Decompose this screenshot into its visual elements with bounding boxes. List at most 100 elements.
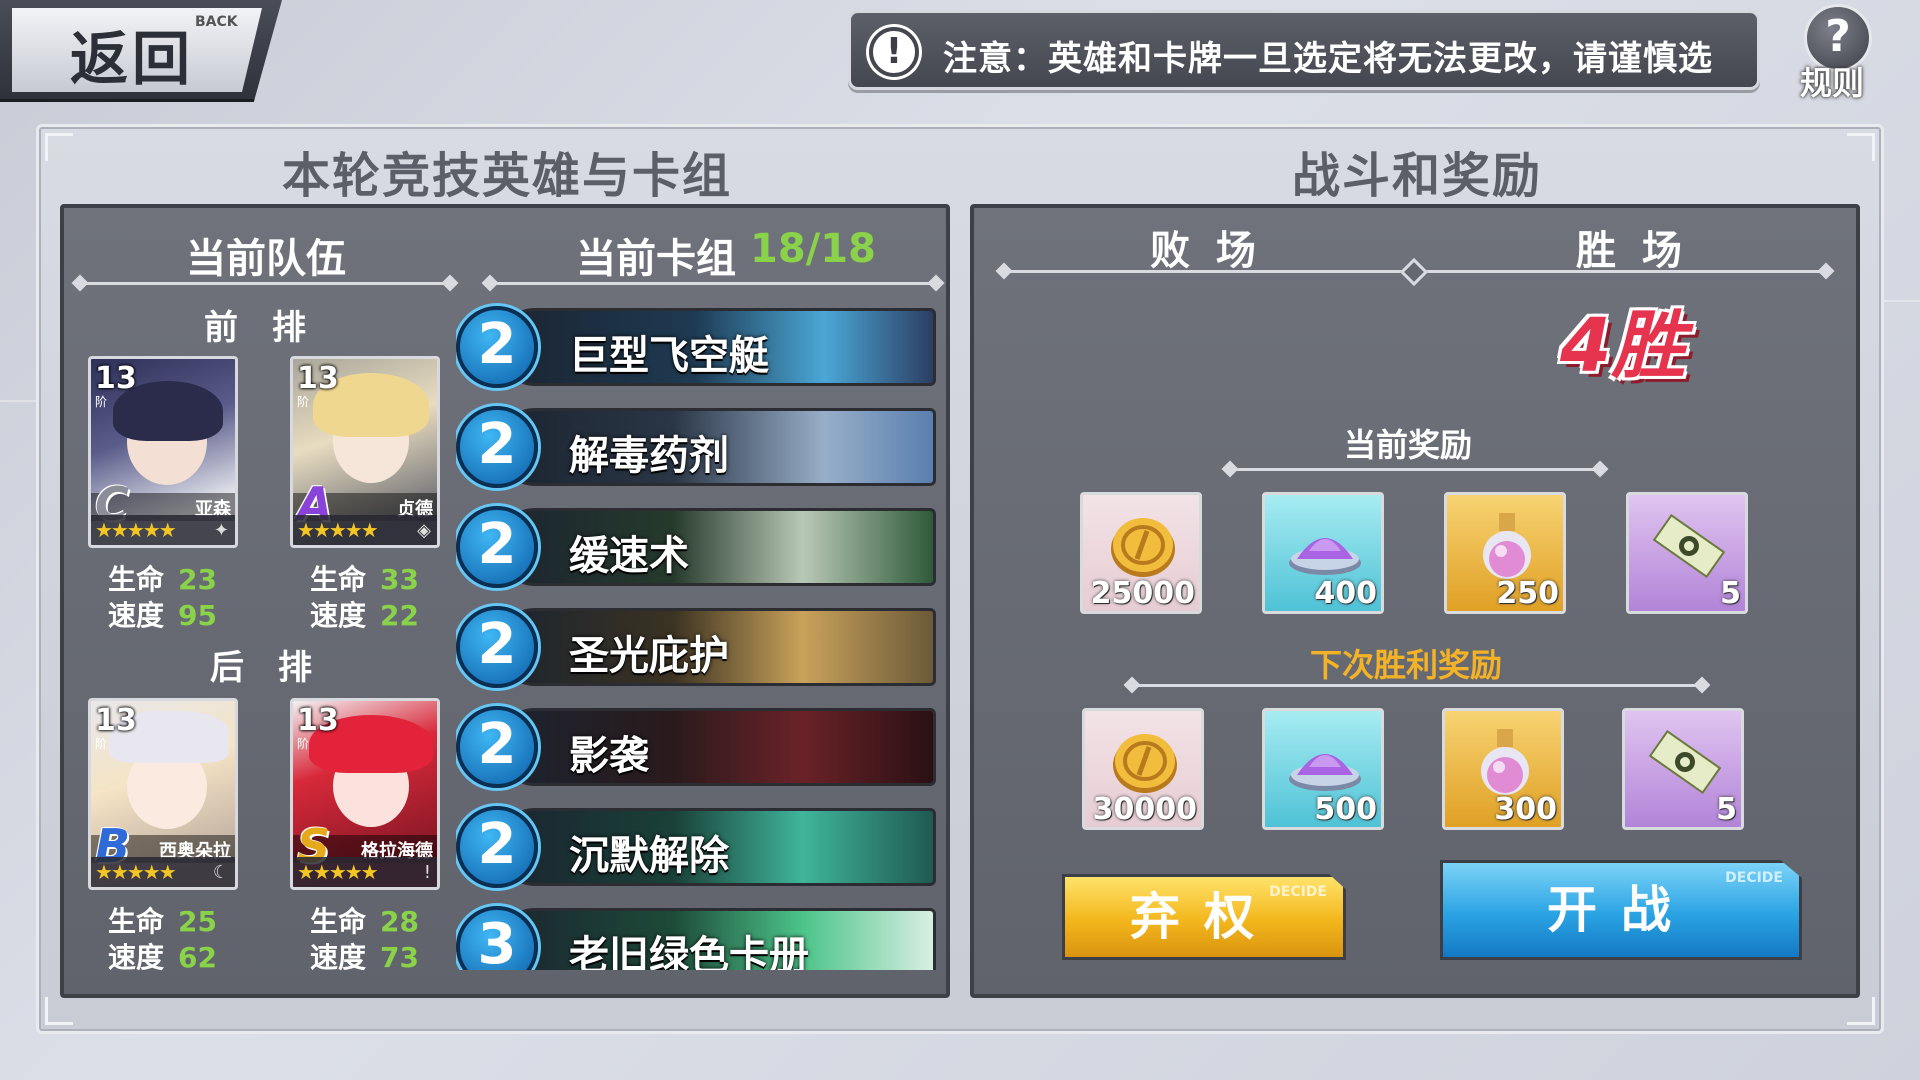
deck-card-cost: 2 (456, 506, 538, 588)
team-divider (80, 282, 450, 285)
deck-list[interactable]: 巨型飞空艇 2 解毒药剂 2 缓速术 2 圣光庇护 2 影袭 2 沉默解除 2 … (456, 300, 942, 970)
exclamation-icon: ! (869, 27, 919, 77)
bg-decoration (1880, 300, 1920, 302)
left-section-title: 本轮竞技英雄与卡组 (282, 148, 733, 204)
loss-header: 败 场 (1150, 228, 1262, 274)
deck-card-item[interactable]: 沉默解除 (496, 808, 936, 886)
hero-hp: 生命 28 (310, 905, 419, 938)
current-reward-title: 当前奖励 (1344, 426, 1473, 464)
potion-icon (1481, 729, 1529, 795)
star-rating: ★★★★★ (297, 860, 379, 884)
rules-button[interactable]: ? 规则 (1796, 4, 1880, 102)
deck-card-name: 老旧绿色卡册 (569, 933, 809, 970)
bg-decoration (0, 400, 40, 402)
class-icon: ! (423, 862, 431, 883)
deck-card-item[interactable]: 圣光庇护 (496, 608, 936, 686)
hero-hp: 生命 25 (108, 905, 217, 938)
reward-slot[interactable]: 400 (1262, 492, 1384, 614)
reward-slot[interactable]: 30000 (1082, 708, 1204, 830)
frame-corner (1847, 997, 1875, 1025)
decide-tag: DECIDE (1725, 870, 1783, 886)
hero-level-sub: 阶 (95, 737, 108, 751)
deck-card-item[interactable]: 巨型飞空艇 (496, 308, 936, 386)
back-button-sub: BACK (195, 14, 238, 30)
hero-level-sub: 阶 (95, 395, 108, 409)
deck-card-cost: 2 (456, 406, 538, 488)
reward-value: 400 (1314, 576, 1377, 611)
deck-card-item[interactable]: 解毒药剂 (496, 408, 936, 486)
frame-corner (45, 997, 73, 1025)
deck-card-name: 影袭 (569, 733, 649, 779)
gold-coin-icon (1113, 734, 1177, 793)
back-button-label: 返回 (70, 25, 195, 93)
star-rating: ★★★★★ (95, 518, 177, 542)
reward-value: 5 (1720, 576, 1741, 611)
current-reward-divider (1230, 468, 1600, 471)
next-reward-title: 下次胜利奖励 (1310, 646, 1503, 684)
deck-divider (490, 282, 936, 285)
rules-label: 规则 (1800, 64, 1865, 102)
class-icon: ✦ (213, 520, 229, 541)
class-icon: ☾ (212, 862, 229, 883)
deck-card-cost: 2 (456, 706, 538, 788)
reward-value: 25000 (1090, 576, 1195, 611)
hero-hp: 生命 33 (310, 563, 419, 596)
reward-slot[interactable]: 25000 (1080, 492, 1202, 614)
notice-text: 注意：英雄和卡牌一旦选定将无法更改，请谨慎选 (943, 39, 1713, 79)
star-rating: ★★★★★ (95, 860, 177, 884)
ticket-icon (1648, 729, 1722, 795)
hero-speed: 速度 22 (310, 599, 419, 632)
hero-speed: 速度 73 (310, 941, 419, 974)
deck-card-item[interactable]: 老旧绿色卡册 (496, 908, 936, 970)
reward-value: 5 (1716, 792, 1737, 827)
frame-corner (45, 133, 73, 161)
hero-level: 13 (297, 361, 339, 396)
right-section-title: 战斗和奖励 (1292, 148, 1543, 204)
reward-slot[interactable]: 5 (1622, 708, 1744, 830)
deck-header: 当前卡组 (576, 236, 736, 282)
hero-level-sub: 阶 (297, 737, 310, 751)
forfeit-button[interactable]: 弃权 DECIDE (1062, 874, 1346, 960)
deck-card-item[interactable]: 缓速术 (496, 508, 936, 586)
hero-level: 13 (95, 361, 137, 396)
class-icon: ◈ (417, 520, 431, 541)
reward-slot[interactable]: 5 (1626, 492, 1748, 614)
team-header: 当前队伍 (186, 236, 346, 282)
start-battle-button-label: 开战 (1547, 881, 1695, 939)
win-count-badge: 4胜 (1560, 303, 1686, 389)
reward-value: 500 (1314, 792, 1377, 827)
reward-value: 300 (1494, 792, 1557, 827)
deck-card-cost: 2 (456, 306, 538, 388)
ticket-icon (1652, 513, 1726, 579)
hero-level: 13 (95, 703, 137, 738)
reward-slot[interactable]: 500 (1262, 708, 1384, 830)
hero-card[interactable]: 13 阶 S 格拉海德 ★★★★★ ! (290, 698, 440, 890)
deck-card-name: 解毒药剂 (569, 433, 729, 479)
purple-dust-icon (1289, 538, 1361, 575)
frame-corner (1847, 133, 1875, 161)
hero-card[interactable]: 13 阶 A 贞德 ★★★★★ ◈ (290, 356, 440, 548)
hero-level: 13 (297, 703, 339, 738)
reward-slot[interactable]: 300 (1442, 708, 1564, 830)
decide-tag: DECIDE (1269, 884, 1327, 900)
deck-card-item[interactable]: 影袭 (496, 708, 936, 786)
next-reward-divider (1132, 684, 1702, 687)
purple-dust-icon (1289, 754, 1361, 791)
deck-card-cost: 2 (456, 806, 538, 888)
back-button[interactable]: 返回 BACK (0, 0, 282, 102)
reward-slot[interactable]: 250 (1444, 492, 1566, 614)
gold-coin-icon (1111, 518, 1175, 577)
hero-speed: 速度 95 (108, 599, 217, 632)
back-row-label: 后排 (210, 648, 346, 688)
start-battle-button[interactable]: 开战 DECIDE (1440, 860, 1802, 960)
star-rating: ★★★★★ (297, 518, 379, 542)
hero-card[interactable]: 13 阶 C 亚森 ★★★★★ ✦ (88, 356, 238, 548)
forfeit-button-label: 弃权 (1130, 888, 1278, 946)
hero-level-sub: 阶 (297, 395, 310, 409)
hero-card[interactable]: 13 阶 B 西奥朵拉 ★★★★★ ☾ (88, 698, 238, 890)
deck-card-cost: 2 (456, 606, 538, 688)
potion-icon (1483, 513, 1531, 579)
hero-speed: 速度 62 (108, 941, 217, 974)
hero-hp: 生命 23 (108, 563, 217, 596)
deck-card-name: 圣光庇护 (569, 633, 729, 679)
